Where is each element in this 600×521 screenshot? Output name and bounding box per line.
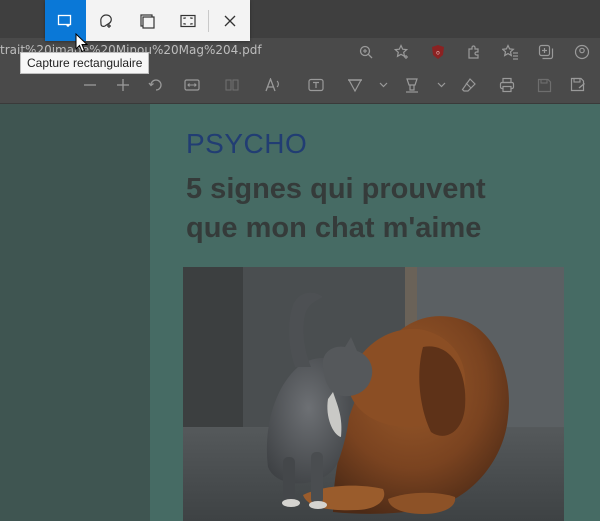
extensions-puzzle-icon[interactable]	[456, 38, 492, 66]
save-as-icon[interactable]	[560, 66, 596, 104]
fit-page-icon[interactable]	[174, 66, 210, 104]
headline-line-2: que mon chat m'aime	[186, 212, 482, 244]
article-category: PSYCHO	[186, 128, 308, 159]
draw-chevron-down-icon[interactable]	[372, 66, 394, 104]
article-headline: 5 signes qui prouvent que mon chat m'aim…	[186, 170, 586, 248]
favorite-add-icon[interactable]	[384, 38, 420, 66]
rectangle-snip-icon	[58, 14, 72, 27]
print-icon[interactable]	[486, 66, 528, 104]
freeform-snip-icon	[100, 13, 113, 28]
zoom-icon[interactable]	[348, 38, 384, 66]
highlight-icon[interactable]	[394, 66, 430, 104]
freeform-snip-button[interactable]	[86, 0, 127, 41]
draw-icon[interactable]	[338, 66, 372, 104]
window-snip-icon	[140, 13, 155, 29]
favorites-icon[interactable]	[492, 38, 528, 66]
fullscreen-snip-button[interactable]	[167, 0, 208, 41]
svg-text:o: o	[436, 50, 440, 57]
add-text-icon[interactable]	[294, 66, 338, 104]
save-icon[interactable]	[528, 66, 560, 104]
article-photo-cat-and-dog	[183, 267, 564, 521]
window-snip-button[interactable]	[127, 0, 168, 41]
collections-icon[interactable]	[528, 38, 564, 66]
highlight-chevron-down-icon[interactable]	[430, 66, 452, 104]
headline-line-1: 5 signes qui prouvent	[186, 173, 486, 205]
pdf-toolbar-actions	[72, 66, 596, 104]
fullscreen-snip-icon	[180, 14, 196, 27]
close-icon	[224, 15, 236, 26]
snip-mode-tooltip: Capture rectangulaire	[20, 52, 150, 74]
page-view-icon[interactable]	[210, 66, 254, 104]
pdf-viewport[interactable]: PSYCHO 5 signes qui prouvent que mon cha…	[0, 104, 600, 521]
eraser-icon[interactable]	[452, 66, 486, 104]
read-aloud-icon[interactable]	[254, 66, 294, 104]
mouse-cursor-icon	[75, 33, 89, 53]
extension-shield-icon[interactable]: o	[420, 38, 456, 66]
profile-icon[interactable]	[564, 38, 600, 66]
address-bar-actions: o	[348, 38, 600, 66]
close-snip-button[interactable]	[209, 0, 250, 41]
pdf-page: PSYCHO 5 signes qui prouvent que mon cha…	[150, 104, 600, 521]
